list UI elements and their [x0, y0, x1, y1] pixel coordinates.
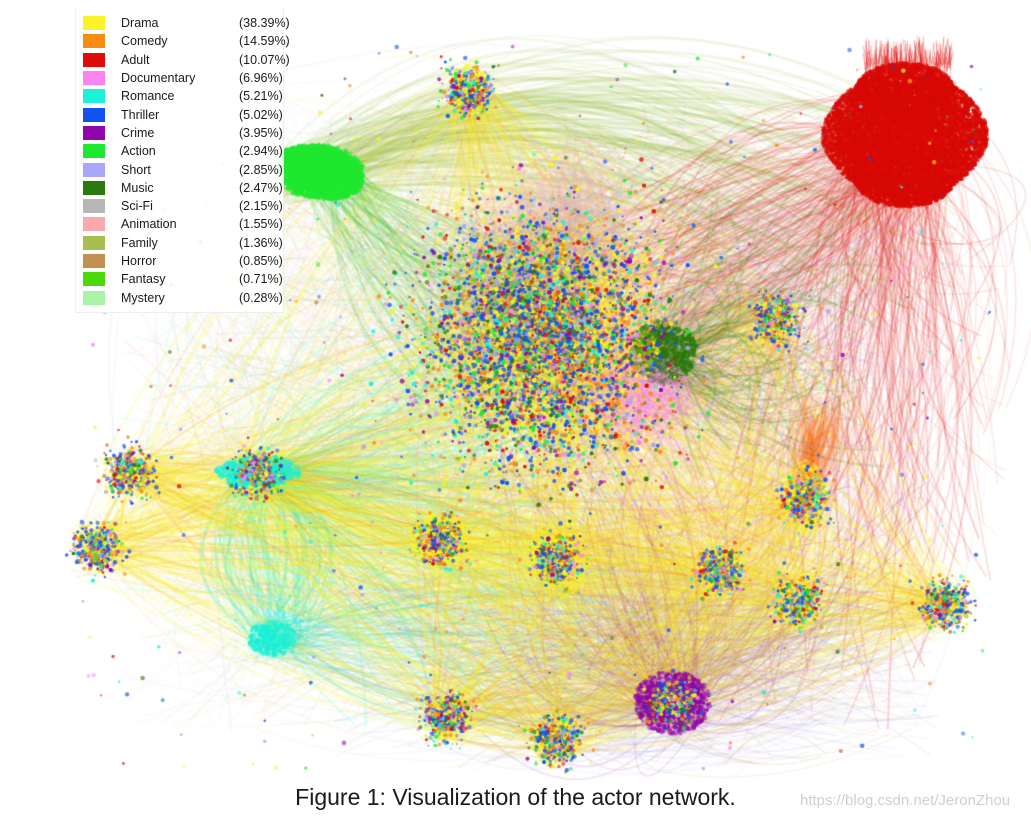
- legend-color-swatch: [83, 272, 105, 287]
- legend-label: Action: [121, 144, 156, 159]
- legend-row: Comedy (14.59%): [76, 32, 290, 50]
- legend-color-swatch: [83, 125, 105, 140]
- legend-percent: (2.85%): [239, 162, 283, 177]
- legend-row: Music (2.47%): [76, 179, 283, 197]
- legend-row: Mystery (0.28%): [76, 288, 283, 306]
- legend-color-swatch: [83, 144, 105, 159]
- legend-color-swatch: [83, 235, 105, 250]
- legend-percent: (14.59%): [239, 34, 290, 49]
- legend-row: Romance (5.21%): [76, 87, 283, 105]
- legend-percent: (3.95%): [239, 125, 283, 140]
- legend-row: Crime (3.95%): [76, 124, 283, 142]
- legend-label: Mystery: [121, 290, 165, 305]
- legend-percent: (2.47%): [239, 180, 283, 195]
- legend-row: Action (2.94%): [76, 142, 283, 160]
- legend-color-swatch: [83, 217, 105, 232]
- legend-label: Adult: [121, 52, 150, 67]
- legend-color-swatch: [83, 162, 105, 177]
- legend-color-swatch: [83, 180, 105, 195]
- legend-percent: (1.55%): [239, 217, 283, 232]
- legend-color-swatch: [83, 254, 105, 268]
- legend-row: Adult (10.07%): [76, 51, 290, 69]
- legend-percent: (5.02%): [239, 107, 283, 122]
- legend-label: Fantasy: [121, 272, 166, 287]
- legend-row: Animation (1.55%): [76, 215, 283, 233]
- legend-label: Horror: [121, 254, 157, 268]
- legend-percent: (0.85%): [239, 254, 283, 268]
- legend-color-swatch: [83, 71, 105, 86]
- legend-row: Horror (0.85%): [76, 252, 283, 270]
- legend-label: Thriller: [121, 107, 160, 122]
- legend-percent: (5.21%): [239, 89, 283, 104]
- legend-label: Crime: [121, 125, 155, 140]
- figure-caption: Figure 1: Visualization of the actor net…: [295, 784, 736, 810]
- legend-percent: (6.96%): [239, 71, 283, 86]
- legend-row: Documentary (6.96%): [76, 69, 283, 87]
- legend-row: Sci-Fi (2.15%): [76, 197, 283, 215]
- legend-label: Family: [121, 235, 158, 250]
- legend-color-swatch: [83, 89, 105, 104]
- legend-label: Animation: [121, 217, 177, 232]
- legend-percent: (38.39%): [239, 16, 290, 31]
- legend-label: Comedy: [121, 34, 168, 49]
- legend-label: Short: [121, 162, 151, 177]
- legend-color-swatch: [83, 34, 105, 49]
- legend-color-swatch: [83, 199, 105, 214]
- legend-label: Romance: [121, 89, 175, 104]
- legend-row: Short (2.85%): [76, 160, 283, 178]
- genre-legend: Drama (38.39%) Comedy (14.59%) Adult (10.07%)…: [75, 8, 290, 313]
- legend-percent: (0.28%): [239, 290, 283, 305]
- legend-row: Thriller (5.02%): [76, 105, 283, 123]
- legend-row: Family (1.36%): [76, 234, 283, 252]
- legend-row: Drama (38.39%): [76, 14, 290, 32]
- legend-label: Sci-Fi: [121, 199, 153, 214]
- legend-color-swatch: [83, 107, 105, 122]
- legend-row: Fantasy (0.71%): [76, 270, 283, 288]
- legend-percent: (2.94%): [239, 144, 283, 159]
- legend-percent: (0.71%): [239, 272, 283, 287]
- legend-label: Drama: [121, 16, 159, 31]
- legend-color-swatch: [83, 52, 105, 67]
- legend-percent: (1.36%): [239, 235, 283, 250]
- legend-percent: (2.15%): [239, 199, 283, 214]
- figure-root: Drama (38.39%) Comedy (14.59%) Adult (10.07%)…: [0, 0, 1031, 819]
- legend-label: Documentary: [121, 71, 196, 86]
- legend-label: Music: [121, 180, 154, 195]
- legend-percent: (10.07%): [239, 52, 290, 67]
- legend-color-swatch: [83, 290, 105, 305]
- legend-color-swatch: [83, 16, 105, 31]
